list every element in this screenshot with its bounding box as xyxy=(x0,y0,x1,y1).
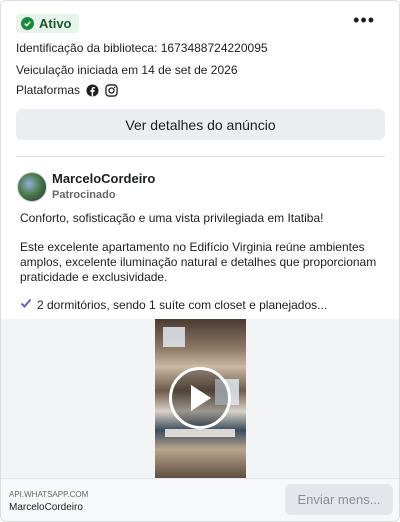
ad-headline: Conforto, sofisticação e uma vista privi… xyxy=(20,211,324,225)
check-item: 2 dormitórios, sendo 1 suíte com closet … xyxy=(20,297,327,312)
more-icon: ••• xyxy=(353,10,375,30)
start-date: Veiculação iniciada em 14 de set de 2026 xyxy=(16,63,238,77)
ad-media xyxy=(1,319,399,478)
ad-footer: API.WHATSAPP.COM MarceloCordeiro Enviar … xyxy=(1,478,399,521)
sponsored-label: Patrocinado xyxy=(52,189,116,201)
advertiser-name[interactable]: MarceloCordeiro xyxy=(52,171,155,186)
play-button[interactable] xyxy=(169,367,231,429)
avatar[interactable] xyxy=(17,172,47,202)
send-message-button[interactable]: Enviar mens... xyxy=(285,484,393,515)
more-options-button[interactable]: ••• xyxy=(353,11,375,29)
check-item-text: 2 dormitórios, sendo 1 suíte com closet … xyxy=(37,297,328,312)
divider xyxy=(16,156,385,157)
status-label: Ativo xyxy=(39,15,72,31)
platforms-row: Plataformas xyxy=(16,83,118,97)
play-icon xyxy=(191,385,211,411)
check-circle-icon xyxy=(21,16,34,30)
library-id: Identificação da biblioteca: 16734887242… xyxy=(16,41,268,55)
link-domain: API.WHATSAPP.COM xyxy=(9,490,89,499)
facebook-icon xyxy=(86,83,99,97)
view-ad-details-button[interactable]: Ver detalhes do anúncio xyxy=(16,109,385,140)
checkmark-icon xyxy=(20,297,32,312)
instagram-icon xyxy=(105,83,118,97)
ad-card: Ativo ••• Identificação da biblioteca: 1… xyxy=(0,0,400,522)
status-row: Ativo xyxy=(16,13,79,33)
status-badge: Ativo xyxy=(16,13,79,33)
ad-body: Este excelente apartamento no Edifício V… xyxy=(20,240,377,284)
platforms-label: Plataformas xyxy=(16,83,81,97)
footer-advertiser-name: MarceloCordeiro xyxy=(9,502,83,513)
